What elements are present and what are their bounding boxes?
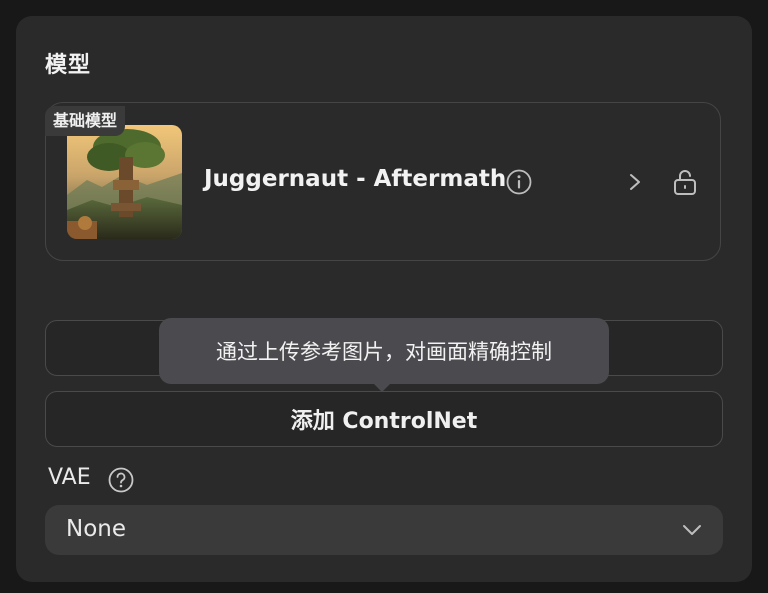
- model-thumbnail: [67, 125, 182, 239]
- base-model-badge: 基础模型: [45, 106, 126, 136]
- chevron-down-icon: [683, 525, 701, 535]
- vae-select[interactable]: None: [45, 505, 723, 555]
- unlock-icon[interactable]: [672, 168, 698, 196]
- add-controlnet-button[interactable]: 添加 ControlNet: [45, 391, 723, 447]
- model-name: Juggernaut - Aftermath: [204, 166, 507, 192]
- model-panel: [16, 16, 752, 582]
- chevron-right-icon[interactable]: [625, 171, 645, 193]
- tooltip-arrow: [372, 382, 392, 392]
- info-icon[interactable]: [506, 169, 532, 195]
- vae-selected-value: None: [66, 516, 127, 542]
- controlnet-tooltip: 通过上传参考图片，对画面精确控制: [159, 318, 609, 384]
- help-icon[interactable]: [108, 467, 134, 493]
- model-thumbnail-image: [67, 125, 182, 239]
- vae-label: VAE: [48, 465, 91, 490]
- section-title: 模型: [45, 53, 92, 78]
